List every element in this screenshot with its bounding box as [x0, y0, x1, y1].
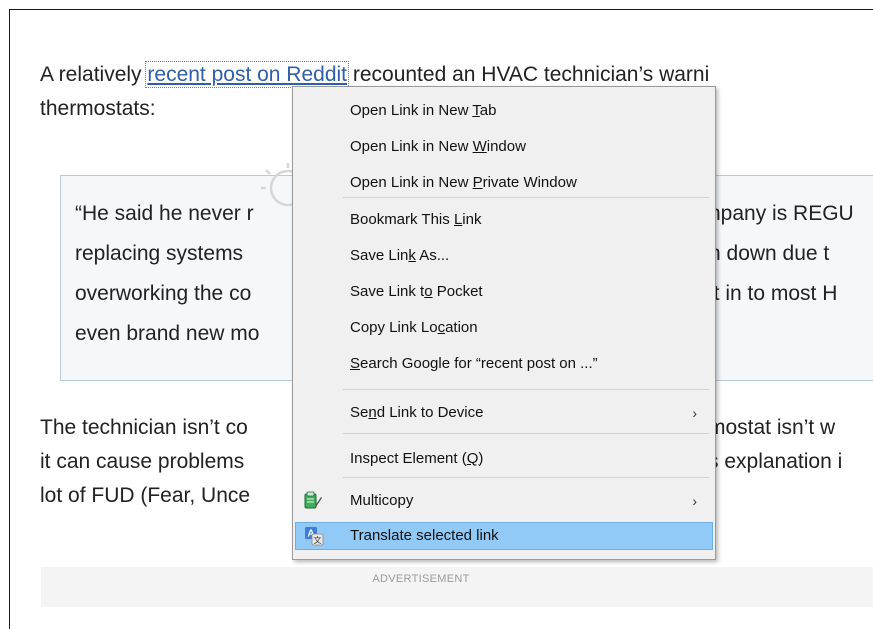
paragraph-text: recounted an HVAC technician’s warni	[347, 63, 710, 86]
menu-open-private-window[interactable]: Open Link in New Private Window	[295, 169, 713, 197]
menu-send-link-to-device[interactable]: Send Link to Device ›	[295, 399, 713, 427]
menu-save-to-pocket[interactable]: Save Link to Pocket	[295, 278, 713, 306]
quote-line: replacing systems	[75, 242, 244, 265]
quote-line: n down due t	[709, 242, 830, 265]
access-key: S	[350, 355, 361, 372]
paragraph-text: mostat isn’t w	[708, 416, 836, 439]
menu-item-label: Save Link As...	[350, 247, 450, 264]
paragraph-text: A relatively	[40, 63, 148, 86]
menu-open-new-window[interactable]: Open Link in New Window	[295, 133, 713, 161]
menu-separator	[343, 477, 709, 478]
article-paragraph-2-right: mostat isn’t w s explanation i	[708, 411, 842, 479]
quote-line: “He said he never r	[75, 202, 254, 225]
menu-item-label: Open Link in New Window	[350, 138, 526, 155]
paragraph-text: s explanation i	[708, 450, 843, 473]
menu-item-label: Inspect Element (Q)	[350, 450, 484, 467]
quote-line: even brand new mo	[75, 322, 260, 345]
menu-search-google[interactable]: Search Google for “recent post on ...”	[295, 350, 713, 378]
advertisement-bar: ADVERTISEMENT	[41, 567, 873, 607]
menu-separator	[343, 197, 709, 198]
menu-inspect-element[interactable]: Inspect Element (Q)	[295, 445, 713, 473]
menu-item-label: Bookmark This Link	[350, 211, 482, 228]
menu-separator	[343, 389, 709, 390]
menu-separator	[343, 433, 709, 434]
submenu-arrow-icon: ›	[692, 493, 697, 509]
access-key: k	[408, 247, 416, 264]
submenu-arrow-icon: ›	[692, 405, 697, 421]
article-paragraph-2: The technician isn’t co it can cause pro…	[40, 411, 250, 513]
quote-line: overworking the co	[75, 282, 252, 305]
menu-item-label: Open Link in New Tab	[350, 102, 497, 119]
quote-line: lt in to most H	[709, 282, 838, 305]
access-key: n	[368, 404, 377, 421]
translate-icon: A文	[305, 527, 324, 546]
access-key: W	[472, 138, 487, 155]
menu-item-label: Multicopy	[350, 492, 414, 509]
advertisement-label: ADVERTISEMENT	[372, 573, 470, 585]
access-key: Q	[466, 450, 479, 467]
quote-line: npany is REGU	[709, 202, 854, 225]
paragraph-text: lot of FUD (Fear, Unce	[40, 484, 251, 507]
access-key: T	[472, 102, 480, 119]
menu-item-label: Open Link in New Private Window	[350, 174, 577, 191]
paragraph-text: thermostats:	[40, 97, 156, 120]
menu-item-label: Translate selected link	[350, 527, 499, 544]
menu-bookmark-link[interactable]: Bookmark This Link	[295, 206, 713, 234]
menu-multicopy[interactable]: Multicopy ›	[295, 487, 713, 515]
menu-item-label: Search Google for “recent post on ...”	[350, 355, 598, 372]
access-key: P	[472, 174, 483, 191]
menu-item-label: Copy Link Location	[350, 319, 478, 336]
paragraph-text: The technician isn’t co	[40, 416, 248, 439]
access-key: c	[437, 319, 446, 336]
svg-text:文: 文	[314, 535, 322, 545]
paragraph-text: it can cause problems	[40, 450, 245, 473]
access-key: L	[453, 211, 463, 228]
reddit-post-link[interactable]: recent post on Reddit	[145, 61, 350, 88]
menu-item-label: Save Link to Pocket	[350, 283, 483, 300]
menu-copy-link-location[interactable]: Copy Link Location	[295, 314, 713, 342]
menu-translate-selected-link[interactable]: Translate selected link A 文	[295, 522, 713, 550]
menu-open-new-tab[interactable]: Open Link in New Tab	[295, 97, 713, 125]
access-key: o	[424, 283, 433, 300]
blockquote-text: “He said he never r replacing systems ov…	[75, 194, 259, 354]
multicopy-icon	[304, 491, 322, 509]
blockquote-text-right: npany is REGU n down due t lt in to most…	[709, 194, 854, 314]
context-menu: Open Link in New Tab Open Link in New Win…	[292, 86, 716, 560]
menu-item-label: Send Link to Device	[350, 404, 484, 421]
menu-save-link-as[interactable]: Save Link As...	[295, 242, 713, 270]
